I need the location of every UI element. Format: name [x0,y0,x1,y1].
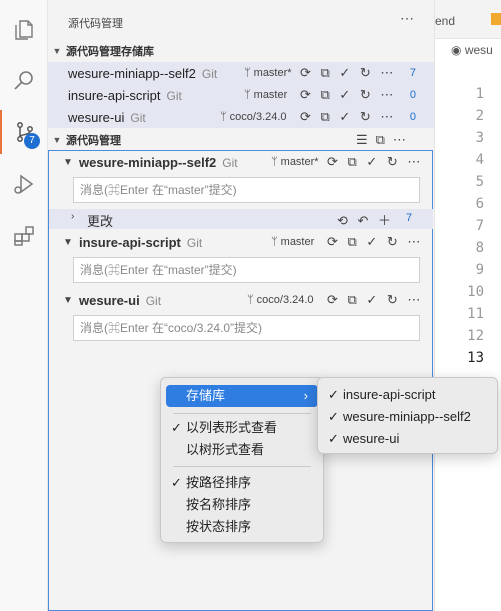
more-actions-icon[interactable]: ⋯ [400,10,414,27]
section-actions[interactable]: ☰⧉⋯ [356,132,414,148]
check-icon: ✓ [171,420,182,435]
changes-actions[interactable]: ⟲ ↶ ＋ [337,210,394,229]
branch-label[interactable]: ᛘ master* [244,67,292,79]
branch-label[interactable]: ᛘ master [271,236,314,248]
submenu-item[interactable]: ✓ wesure-ui [323,428,493,450]
sidebar-title: 源代码管理 [68,18,123,30]
repositories-submenu: ✓ insure-api-script ✓ wesure-miniapp--self… [317,377,498,454]
scm-section-header[interactable]: ▼ 源代码管理 ☰⧉⋯ [48,130,434,150]
chevron-down-icon: ▼ [63,294,73,306]
commit-message-input[interactable]: 消息(⌘Enter 在“master”提交) [73,177,420,203]
change-count: 7 [409,67,416,79]
commit-message-input[interactable]: 消息(⌘Enter 在“master”提交) [73,257,420,283]
changes-label: 更改 [87,214,114,229]
check-icon: ✓ [328,387,339,402]
chevron-right-icon: › [303,388,308,403]
branch-label[interactable]: ᛘ master [244,89,287,101]
repo-name: wesure-ui Git [68,109,146,125]
chevron-down-icon: ▼ [63,156,73,168]
scm-badge: 7 [24,133,40,149]
chevron-right-icon: › [71,211,75,222]
group-name: wesure-miniapp--self2 Git [79,154,238,170]
line-number: 1 [475,86,484,102]
tab-partial[interactable]: end [435,14,455,28]
scm-section-title: 源代码管理 [66,135,121,147]
repos-section-header[interactable]: ▼ 源代码管理存储库 [48,41,434,61]
line-number: 12 [467,328,484,344]
source-control-icon[interactable] [0,110,47,154]
group-actions[interactable]: ⟳ ⧉ ✓ ↻ ⋯ [327,154,423,170]
menu-item-sort-name[interactable]: 按名称排序 [166,494,318,516]
group-name: wesure-ui Git [79,292,162,308]
submenu-item[interactable]: ✓ wesure-miniapp--self2 [323,406,493,428]
explorer-icon[interactable] [0,8,47,52]
submenu-item[interactable]: ✓ insure-api-script [323,384,493,406]
commit-message-input[interactable]: 消息(⌘Enter 在“coco/3.24.0”提交) [73,315,420,341]
line-number: 2 [475,108,484,124]
chevron-down-icon: ▼ [63,236,73,248]
group-actions[interactable]: ⟳ ⧉ ✓ ↻ ⋯ [327,234,423,250]
menu-item-tree-view[interactable]: 以树形式查看 [166,439,318,461]
menu-separator [173,466,311,467]
context-menu: 存储库 › ✓ 以列表形式查看 以树形式查看 ✓ 按路径排序 按名称排序 按状态排序 [160,377,324,543]
change-count: 0 [409,111,416,123]
line-number: 9 [475,262,484,278]
repo-row[interactable]: wesure-miniapp--self2 Git ᛘ master* ⟳ ⧉ ✓… [48,62,434,84]
tab-bar: end [435,0,501,39]
changes-row[interactable]: › 更改 ⟲ ↶ ＋ 7 [49,209,433,229]
repo-group-header[interactable]: ▼ wesure-miniapp--self2 Git ᛘ master* ⟳ ⧉… [49,151,433,173]
menu-item-list-view[interactable]: ✓ 以列表形式查看 [166,417,318,439]
extensions-icon[interactable] [0,214,47,258]
branch-label[interactable]: ᛘ coco/3.24.0 [247,294,314,306]
file-icon [491,13,501,25]
chevron-down-icon: ▼ [52,135,62,145]
repo-name: wesure-miniapp--self2 Git [68,65,218,81]
repo-row[interactable]: wesure-ui Git ᛘ coco/3.24.0 ⟳ ⧉ ✓ ↻ ⋯ 0 [48,106,434,128]
chevron-down-icon: ▼ [52,46,62,56]
line-number: 7 [475,218,484,234]
run-debug-icon[interactable] [0,162,47,206]
repo-actions[interactable]: ⟳ ⧉ ✓ ↻ ⋯ [300,109,396,125]
branch-label[interactable]: ᛘ coco/3.24.0 [220,111,287,123]
menu-item-sort-status[interactable]: 按状态排序 [166,516,318,538]
line-number: 10 [467,284,484,300]
repo-actions[interactable]: ⟳ ⧉ ✓ ↻ ⋯ [300,87,396,103]
change-count: 0 [409,89,416,101]
branch-label[interactable]: ᛘ master* [271,156,319,168]
menu-item-repositories[interactable]: 存储库 › [166,385,318,407]
editor-area: end ◉ wesu 1 2 3 4 5 6 7 8 9 10 11 12 13 [434,0,501,611]
check-icon: ✓ [328,409,339,424]
repo-name: insure-api-script Git [68,87,182,103]
line-number: 3 [475,130,484,146]
line-number: 6 [475,196,484,212]
line-number: 4 [475,152,484,168]
repo-actions[interactable]: ⟳ ⧉ ✓ ↻ ⋯ [300,65,396,81]
repo-group-header[interactable]: ▼ insure-api-script Git ᛘ master ⟳ ⧉ ✓ ↻ … [49,231,433,253]
line-number: 13 [467,350,484,366]
menu-separator [173,413,311,414]
repo-row[interactable]: insure-api-script Git ᛘ master ⟳ ⧉ ✓ ↻ ⋯ … [48,84,434,106]
activity-bar: 7 [0,0,48,611]
line-number: 5 [475,174,484,190]
repos-section-title: 源代码管理存储库 [66,46,154,58]
check-icon: ✓ [328,431,339,446]
menu-item-sort-path[interactable]: ✓ 按路径排序 [166,472,318,494]
group-name: insure-api-script Git [79,234,203,250]
line-number: 11 [467,306,484,322]
check-icon: ✓ [171,475,182,490]
breadcrumb[interactable]: ◉ wesu [451,43,493,57]
changes-count: 7 [406,212,413,224]
group-actions[interactable]: ⟳ ⧉ ✓ ↻ ⋯ [327,292,423,308]
line-number: 8 [475,240,484,256]
search-icon[interactable] [0,58,47,102]
repo-group-header[interactable]: ▼ wesure-ui Git ᛘ coco/3.24.0 ⟳ ⧉ ✓ ↻ ⋯ [49,289,433,311]
